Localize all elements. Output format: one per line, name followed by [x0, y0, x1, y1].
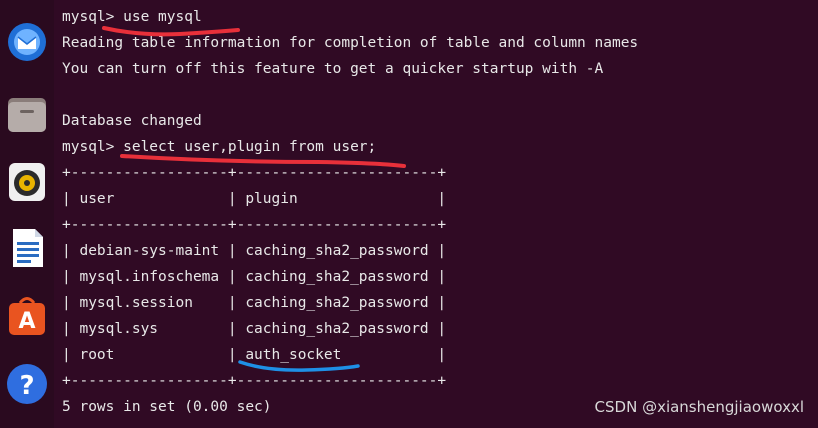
- help-glyph: ?: [19, 371, 34, 401]
- files-icon[interactable]: [5, 92, 49, 136]
- terminal-line: Database changed: [62, 113, 202, 129]
- table-row: | debian-sys-maint | caching_sha2_passwo…: [62, 243, 447, 259]
- thunderbird-icon[interactable]: [5, 20, 49, 64]
- table-border: +------------------+--------------------…: [62, 217, 447, 233]
- terminal-line: mysql> use mysql: [62, 9, 202, 25]
- watermark: CSDN @xianshengjiaowoxxl: [594, 398, 804, 416]
- writer-icon[interactable]: [5, 226, 49, 270]
- terminal-output[interactable]: mysql> use mysql Reading table informati…: [62, 4, 818, 428]
- table-border: +------------------+--------------------…: [62, 373, 447, 389]
- rhythmbox-icon[interactable]: [5, 160, 49, 204]
- table-row: | mysql.session | caching_sha2_password …: [62, 295, 447, 311]
- terminal-line: mysql> select user,plugin from user;: [62, 139, 377, 155]
- terminal-line: You can turn off this feature to get a q…: [62, 61, 604, 77]
- table-header: | user | plugin |: [62, 191, 447, 207]
- table-row: | root | auth_socket |: [62, 347, 447, 363]
- app-center-icon[interactable]: A: [5, 294, 49, 338]
- table-border: +------------------+--------------------…: [62, 165, 447, 181]
- table-row: | mysql.sys | caching_sha2_password |: [62, 321, 447, 337]
- terminal-line: Reading table information for completion…: [62, 35, 639, 51]
- dock: A ?: [0, 0, 54, 428]
- help-icon[interactable]: ?: [5, 362, 49, 406]
- app-center-glyph: A: [18, 309, 35, 334]
- table-row: | mysql.infoschema | caching_sha2_passwo…: [62, 269, 447, 285]
